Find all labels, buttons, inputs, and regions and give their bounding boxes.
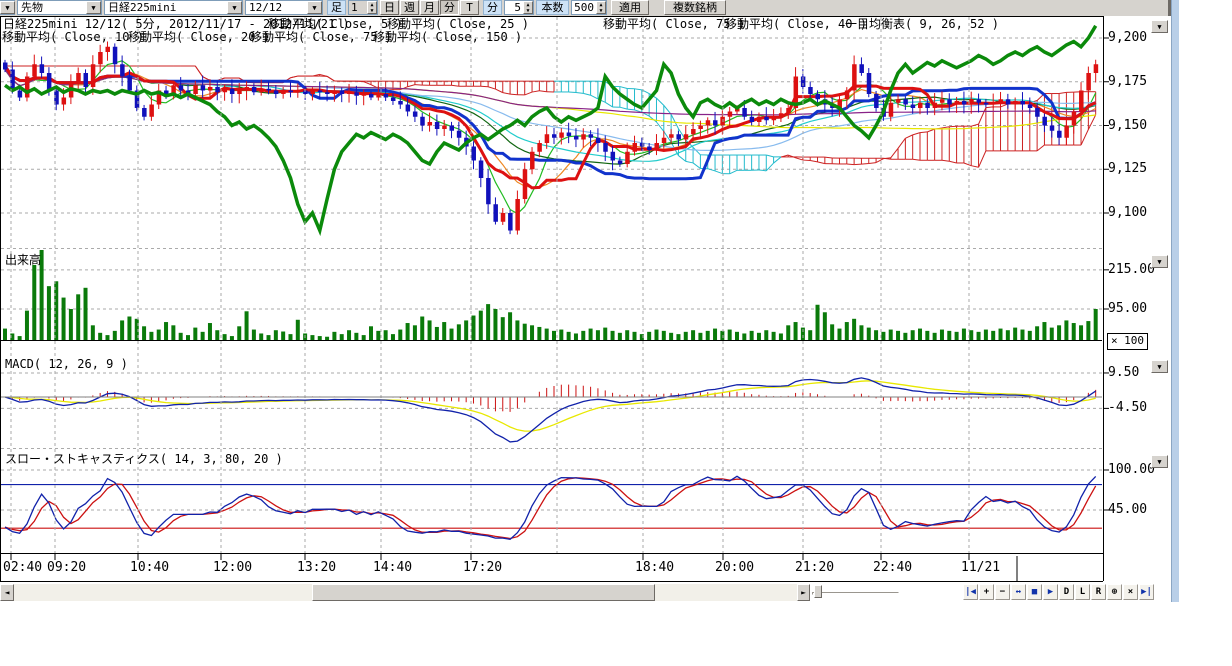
vertical-scrollbar[interactable] xyxy=(1171,0,1179,602)
stoch-panel-label: スロー・ストキャスティクス( 14, 3, 80, 20 ) xyxy=(5,452,283,466)
macd-axis-label: -4.50 xyxy=(1108,401,1147,415)
chart-plot[interactable] xyxy=(0,0,1232,666)
time-axis-label: 11/21 xyxy=(961,561,1000,575)
price-panel-menu-button[interactable]: ▼ xyxy=(1151,20,1168,33)
chart-tool-button-3[interactable]: − xyxy=(995,584,1010,600)
chart-tool-button-2[interactable]: + xyxy=(979,584,994,600)
chart-tool-button-11[interactable]: × xyxy=(1123,584,1138,600)
legend-item: 一目均衡表( 9, 26, 52 ) xyxy=(845,18,999,31)
time-axis-label: 10:40 xyxy=(130,561,169,575)
scrollbar-thumb[interactable] xyxy=(312,584,655,601)
time-axis-label: 17:20 xyxy=(463,561,502,575)
chart-tool-button-4[interactable]: ↔ xyxy=(1011,584,1026,600)
volume-multiplier-badge: × 100 xyxy=(1107,333,1148,350)
time-axis-label: 02:40 xyxy=(3,561,42,575)
chart-tool-button-1[interactable]: |◀ xyxy=(963,584,978,600)
chart-tool-button-12[interactable]: ▶| xyxy=(1139,584,1154,600)
price-axis-label: 9,175 xyxy=(1108,75,1147,89)
legend-item: 移動平均( Close, 75 ) xyxy=(250,31,392,44)
legend-item: 移動平均( Close, 75 ) xyxy=(603,18,745,31)
volume-panel-menu-button[interactable]: ▼ xyxy=(1151,255,1168,268)
time-axis-label: 22:40 xyxy=(873,561,912,575)
zoom-slider-track[interactable] xyxy=(812,592,899,595)
macd-axis-label: 9.50 xyxy=(1108,366,1139,380)
chart-tool-button-9[interactable]: R xyxy=(1091,584,1106,600)
volume-axis-label: 95.00 xyxy=(1108,302,1147,316)
time-axis-label: 13:20 xyxy=(297,561,336,575)
scroll-right-button[interactable]: ► xyxy=(797,584,810,601)
price-axis-label: 9,150 xyxy=(1108,119,1147,133)
time-axis-label: 20:00 xyxy=(715,561,754,575)
stoch-axis-label: 100.00 xyxy=(1108,463,1155,477)
legend-item: 移動平均( Close, 10 ) xyxy=(2,31,144,44)
time-axis-label: 21:20 xyxy=(795,561,834,575)
legend-item: 移動平均( Close, 20 ) xyxy=(128,31,270,44)
zoom-slider-thumb[interactable] xyxy=(814,585,822,598)
chart-tool-button-8[interactable]: L xyxy=(1075,584,1090,600)
scroll-left-button[interactable]: ◄ xyxy=(0,584,14,601)
volume-panel-label: 出来高 xyxy=(5,253,41,267)
chart-tool-button-10[interactable]: ⊕ xyxy=(1107,584,1122,600)
time-axis-label: 12:00 xyxy=(213,561,252,575)
time-axis-label: 09:20 xyxy=(47,561,86,575)
chart-tool-button-5[interactable]: ■ xyxy=(1027,584,1042,600)
chart-application-window: ▼ 先物 ▼ 日経225mini ▼ 12/12 ▼ 足 1 ▲▼ 日週月分T … xyxy=(0,0,1232,666)
time-axis-label: 14:40 xyxy=(373,561,412,575)
bottom-scroll-row: ◄ ► |◀+−↔■▶DLR⊕×▶| xyxy=(0,584,1168,602)
price-axis-label: 9,200 xyxy=(1108,31,1147,45)
chart-tool-button-6[interactable]: ▶ xyxy=(1043,584,1058,600)
time-axis-label: 18:40 xyxy=(635,561,674,575)
macd-panel-menu-button[interactable]: ▼ xyxy=(1151,360,1168,373)
volume-axis-label: 215.00 xyxy=(1108,263,1155,277)
price-axis-label: 9,100 xyxy=(1108,206,1147,220)
legend-item: 移動平均( Close, 150 ) xyxy=(373,31,522,44)
price-axis-label: 9,125 xyxy=(1108,162,1147,176)
macd-panel-label: MACD( 12, 26, 9 ) xyxy=(5,357,128,371)
chart-tool-button-7[interactable]: D xyxy=(1059,584,1074,600)
stoch-axis-label: 45.00 xyxy=(1108,503,1147,517)
stoch-panel-menu-button[interactable]: ▼ xyxy=(1151,455,1168,468)
